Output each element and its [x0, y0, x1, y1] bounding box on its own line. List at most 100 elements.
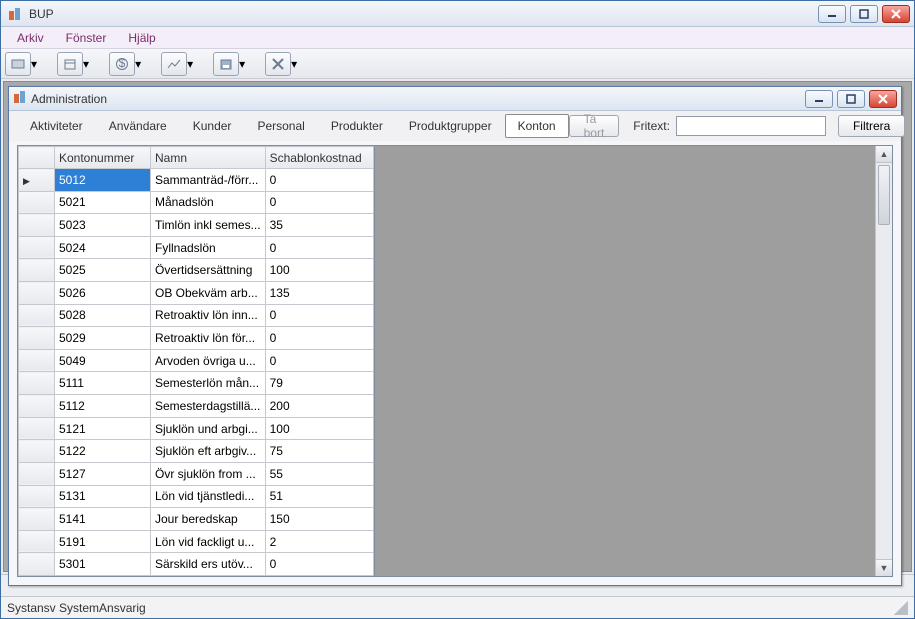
row-header[interactable]: [19, 214, 55, 237]
maximize-button[interactable]: [850, 5, 878, 23]
cell-namn[interactable]: Semesterlön mån...: [151, 372, 266, 395]
tab-produktgrupper[interactable]: Produktgrupper: [396, 114, 505, 138]
admin-close-button[interactable]: [869, 90, 897, 108]
row-header[interactable]: [19, 327, 55, 350]
table-row[interactable]: 5121Sjuklön und arbgi...100: [19, 417, 374, 440]
cell-kontonummer[interactable]: 5111: [55, 372, 151, 395]
row-header[interactable]: [19, 395, 55, 418]
table-row[interactable]: 5301Särskild ers utöv...0: [19, 553, 374, 576]
table-row[interactable]: 5122Sjuklön eft arbgiv...75: [19, 440, 374, 463]
toolbar-btn-1[interactable]: [5, 52, 31, 76]
scroll-track[interactable]: [876, 163, 892, 559]
row-header[interactable]: [19, 530, 55, 553]
cell-namn[interactable]: Lön vid tjänstledi...: [151, 485, 266, 508]
toolbar-btn-4[interactable]: [161, 52, 187, 76]
row-header[interactable]: [19, 462, 55, 485]
filter-button[interactable]: Filtrera: [838, 115, 905, 137]
cell-schablonkostnad[interactable]: 200: [265, 395, 373, 418]
cell-namn[interactable]: Retroaktiv lön för...: [151, 327, 266, 350]
vertical-scrollbar[interactable]: ▲ ▼: [875, 146, 892, 576]
toolbar-btn-3[interactable]: $: [109, 52, 135, 76]
cell-namn[interactable]: Retroaktiv lön inn...: [151, 304, 266, 327]
toolbar-btn-5[interactable]: [213, 52, 239, 76]
table-row[interactable]: 5112Semesterdagstillä...200: [19, 395, 374, 418]
cell-schablonkostnad[interactable]: 0: [265, 553, 373, 576]
cell-namn[interactable]: Övr sjuklön from ...: [151, 462, 266, 485]
cell-kontonummer[interactable]: 5021: [55, 191, 151, 214]
table-row[interactable]: 5029Retroaktiv lön för...0: [19, 327, 374, 350]
cell-schablonkostnad[interactable]: 100: [265, 259, 373, 282]
minimize-button[interactable]: [818, 5, 846, 23]
table-row[interactable]: 5012Sammanträd-/förr...0: [19, 169, 374, 192]
cell-kontonummer[interactable]: 5301: [55, 553, 151, 576]
row-header[interactable]: [19, 282, 55, 305]
toolbar-btn-6[interactable]: [265, 52, 291, 76]
row-header[interactable]: [19, 191, 55, 214]
row-header[interactable]: [19, 236, 55, 259]
row-header[interactable]: [19, 485, 55, 508]
table-row[interactable]: 5026OB Obekväm arb...135: [19, 282, 374, 305]
col-namn[interactable]: Namn: [151, 147, 266, 169]
cell-namn[interactable]: Arvoden övriga u...: [151, 349, 266, 372]
cell-kontonummer[interactable]: 5029: [55, 327, 151, 350]
admin-titlebar[interactable]: Administration: [9, 87, 901, 111]
table-row[interactable]: 5111Semesterlön mån...79: [19, 372, 374, 395]
col-kontonummer[interactable]: Kontonummer: [55, 147, 151, 169]
table-row[interactable]: 5028Retroaktiv lön inn...0: [19, 304, 374, 327]
cell-schablonkostnad[interactable]: 0: [265, 304, 373, 327]
cell-schablonkostnad[interactable]: 79: [265, 372, 373, 395]
cell-namn[interactable]: Timlön inkl semes...: [151, 214, 266, 237]
cell-schablonkostnad[interactable]: 135: [265, 282, 373, 305]
row-header[interactable]: [19, 417, 55, 440]
cell-namn[interactable]: Sjuklön eft arbgiv...: [151, 440, 266, 463]
table-row[interactable]: 5141Jour beredskap150: [19, 508, 374, 531]
cell-kontonummer[interactable]: 5191: [55, 530, 151, 553]
scroll-thumb[interactable]: [878, 165, 890, 225]
cell-namn[interactable]: Fyllnadslön: [151, 236, 266, 259]
cell-namn[interactable]: Semesterdagstillä...: [151, 395, 266, 418]
cell-schablonkostnad[interactable]: 35: [265, 214, 373, 237]
tab-produkter[interactable]: Produkter: [318, 114, 396, 138]
col-schablonkostnad[interactable]: Schablonkostnad: [265, 147, 373, 169]
cell-kontonummer[interactable]: 5122: [55, 440, 151, 463]
table-row[interactable]: 5025Övertidsersättning100: [19, 259, 374, 282]
row-header[interactable]: [19, 349, 55, 372]
table-row[interactable]: 5049Arvoden övriga u...0: [19, 349, 374, 372]
row-header[interactable]: [19, 304, 55, 327]
scroll-down-button[interactable]: ▼: [876, 559, 892, 576]
table-row[interactable]: 5131Lön vid tjänstledi...51: [19, 485, 374, 508]
menu-hjalp[interactable]: Hjälp: [118, 29, 165, 47]
cell-kontonummer[interactable]: 5025: [55, 259, 151, 282]
cell-namn[interactable]: Sammanträd-/förr...: [151, 169, 266, 192]
cell-namn[interactable]: Sjuklön und arbgi...: [151, 417, 266, 440]
row-header[interactable]: [19, 553, 55, 576]
tab-personal[interactable]: Personal: [244, 114, 317, 138]
cell-schablonkostnad[interactable]: 0: [265, 349, 373, 372]
cell-schablonkostnad[interactable]: 55: [265, 462, 373, 485]
table-row[interactable]: 5024Fyllnadslön0: [19, 236, 374, 259]
cell-namn[interactable]: Särskild ers utöv...: [151, 553, 266, 576]
row-header[interactable]: [19, 440, 55, 463]
toolbar-btn-2[interactable]: [57, 52, 83, 76]
menu-fonster[interactable]: Fönster: [56, 29, 117, 47]
row-header[interactable]: [19, 372, 55, 395]
table-row[interactable]: 5127Övr sjuklön from ...55: [19, 462, 374, 485]
cell-kontonummer[interactable]: 5049: [55, 349, 151, 372]
cell-kontonummer[interactable]: 5112: [55, 395, 151, 418]
cell-kontonummer[interactable]: 5023: [55, 214, 151, 237]
scroll-up-button[interactable]: ▲: [876, 146, 892, 163]
cell-kontonummer[interactable]: 5127: [55, 462, 151, 485]
cell-kontonummer[interactable]: 5012: [55, 169, 151, 192]
tab-anvandare[interactable]: Användare: [96, 114, 180, 138]
cell-schablonkostnad[interactable]: 100: [265, 417, 373, 440]
cell-schablonkostnad[interactable]: 0: [265, 236, 373, 259]
cell-kontonummer[interactable]: 5141: [55, 508, 151, 531]
resize-grip[interactable]: [894, 601, 908, 615]
table-row[interactable]: 5023Timlön inkl semes...35: [19, 214, 374, 237]
cell-schablonkostnad[interactable]: 2: [265, 530, 373, 553]
delete-button[interactable]: Ta bort: [569, 115, 620, 137]
admin-minimize-button[interactable]: [805, 90, 833, 108]
cell-schablonkostnad[interactable]: 0: [265, 327, 373, 350]
cell-kontonummer[interactable]: 5131: [55, 485, 151, 508]
tab-aktiviteter[interactable]: Aktiviteter: [17, 114, 96, 138]
